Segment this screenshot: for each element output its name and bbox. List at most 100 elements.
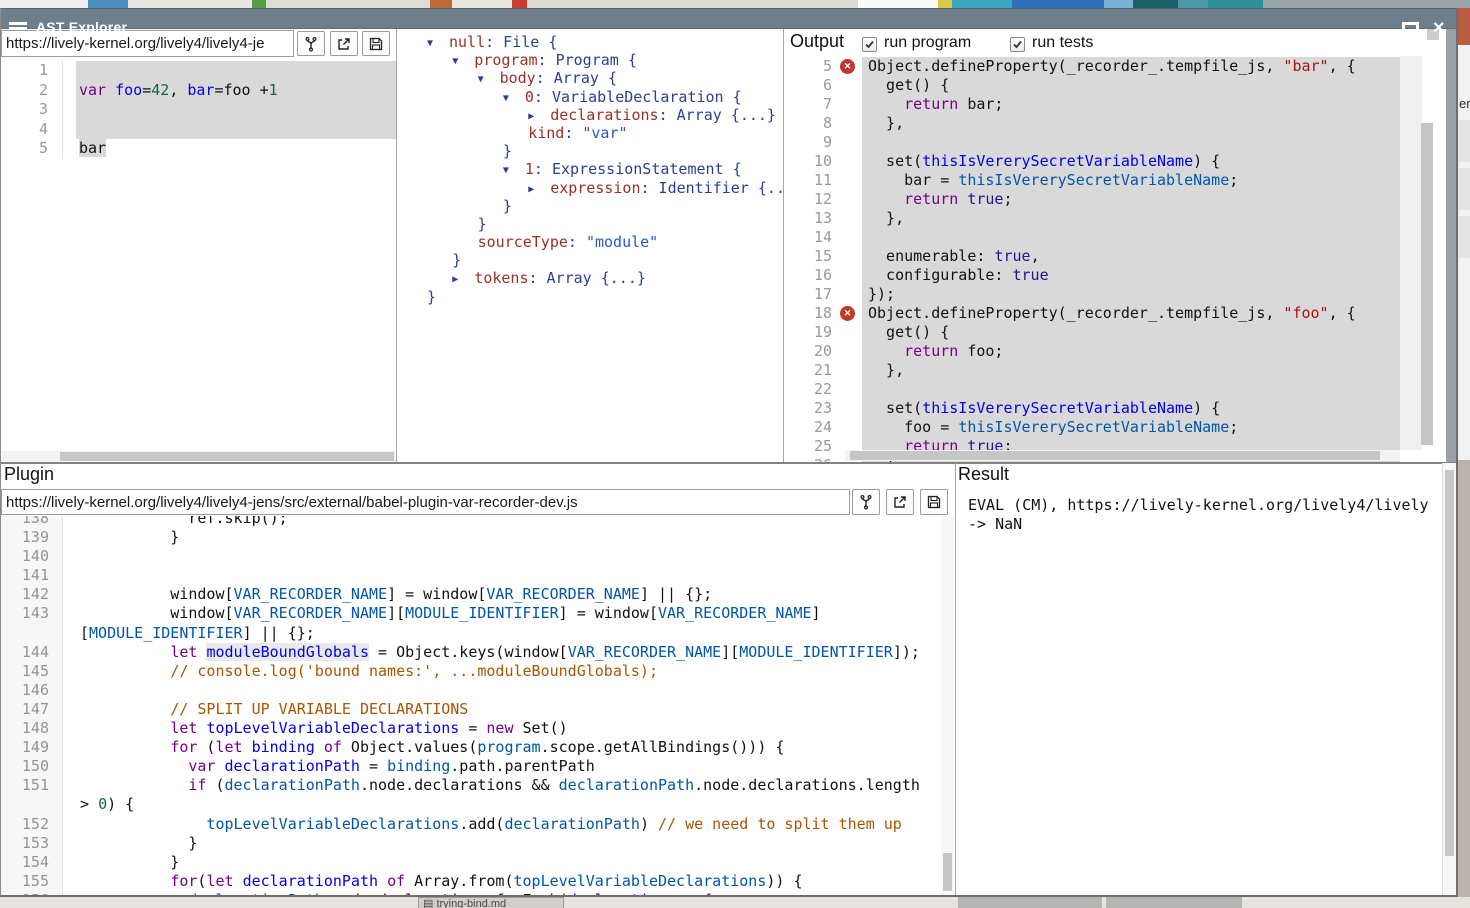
code-token: } bbox=[80, 528, 179, 546]
ast-node-row[interactable]: } bbox=[397, 142, 783, 160]
chevron-expanded-icon[interactable]: ▼ bbox=[503, 165, 525, 176]
chevron-expanded-icon[interactable]: ▼ bbox=[452, 56, 474, 67]
chevron-expanded-icon[interactable]: ▼ bbox=[427, 38, 449, 49]
gutter-marker-slot bbox=[838, 190, 862, 209]
minimize-button[interactable] bbox=[1366, 29, 1381, 33]
ast-node-row[interactable]: ▼0: VariableDeclaration { bbox=[397, 88, 783, 106]
ast-node-row[interactable]: sourceType: "module" bbox=[397, 233, 783, 251]
output-v-scrollbar-thumb[interactable] bbox=[1421, 123, 1433, 445]
plugin-editor[interactable]: 138 ref.skip();139 }140141142 window[VAR… bbox=[0, 516, 941, 896]
gutter-marker-slot bbox=[838, 133, 862, 152]
code-token: ][ bbox=[387, 604, 405, 622]
save-button[interactable] bbox=[362, 31, 390, 56]
ast-node-row[interactable]: ▼null: File { bbox=[397, 33, 783, 51]
code-token: 0 bbox=[525, 88, 534, 106]
plugin-url-input[interactable] bbox=[1, 489, 850, 515]
code-line-text: set(thisIsVererySecretVariableName) { bbox=[862, 152, 1400, 171]
code-token: = bbox=[360, 757, 387, 775]
chevron-collapsed-icon[interactable]: ▶ bbox=[528, 184, 550, 195]
line-number: 138 bbox=[0, 516, 63, 528]
code-token: } bbox=[452, 251, 461, 269]
source-editor[interactable]: 12var foo=42, bar=foo +1345bar bbox=[0, 58, 396, 454]
ast-node-row[interactable]: } bbox=[397, 215, 783, 233]
titlebar[interactable]: AST Explorer ✕ bbox=[0, 8, 1457, 29]
chevron-expanded-icon[interactable]: ▼ bbox=[478, 74, 500, 85]
code-line-text: set(thisIsVererySecretVariableName) { bbox=[862, 399, 1400, 418]
run-program-checkbox[interactable] bbox=[862, 37, 877, 52]
line-number: 143 bbox=[0, 604, 63, 623]
open-external-button[interactable] bbox=[330, 31, 358, 56]
ast-tree-pane[interactable]: ▼null: File {▼program: Program {▼body: A… bbox=[397, 29, 783, 456]
code-line-text: > 0) { bbox=[77, 795, 941, 814]
code-line: 17}); bbox=[784, 285, 1430, 304]
code-token: } bbox=[427, 288, 436, 306]
chevron-collapsed-icon[interactable]: ▶ bbox=[452, 274, 474, 285]
code-line: 13 }, bbox=[784, 209, 1430, 228]
code-line-text: get() { bbox=[862, 323, 1400, 342]
output-v-scrollbar-track[interactable] bbox=[1400, 56, 1422, 450]
ast-node-row[interactable]: } bbox=[397, 197, 783, 215]
ast-node-row[interactable]: ▶expression: Identifier {...} bbox=[397, 179, 783, 197]
code-line-text: window[VAR_RECORDER_NAME] = window[VAR_R… bbox=[77, 585, 941, 604]
code-token: => { bbox=[667, 891, 712, 896]
maximize-button[interactable] bbox=[1402, 22, 1419, 37]
output-editor[interactable]: 5✕Object.defineProperty(_recorder_.tempf… bbox=[784, 56, 1430, 463]
error-icon[interactable]: ✕ bbox=[840, 59, 855, 74]
code-line-text: if (declarationPath.node.declarations &&… bbox=[77, 776, 941, 795]
window-scrollbar-track[interactable] bbox=[1446, 29, 1456, 463]
code-token: ][ bbox=[721, 643, 739, 661]
menu-icon[interactable] bbox=[9, 22, 27, 34]
ast-node-row[interactable]: ▼body: Array { bbox=[397, 69, 783, 87]
plugin-fork-button[interactable] bbox=[852, 489, 880, 515]
ast-node-row[interactable]: } bbox=[397, 251, 783, 269]
code-token: : Array { bbox=[536, 69, 617, 87]
ast-node-row[interactable]: ▼program: Program { bbox=[397, 51, 783, 69]
ast-node-row[interactable]: ▶declarations: Array {...} bbox=[397, 106, 783, 124]
line-number: 147 bbox=[0, 700, 63, 719]
gutter-marker-slot bbox=[838, 114, 862, 133]
code-token: ) { bbox=[107, 795, 134, 813]
plugin-v-scrollbar-thumb[interactable] bbox=[943, 853, 952, 891]
ast-node-row[interactable]: ▼1: ExpressionStatement { bbox=[397, 160, 783, 178]
result-v-scrollbar-thumb[interactable] bbox=[1445, 470, 1454, 856]
chevron-collapsed-icon[interactable]: ▶ bbox=[528, 111, 550, 122]
source-h-scrollbar-thumb[interactable] bbox=[60, 452, 394, 461]
chevron-expanded-icon[interactable]: ▼ bbox=[503, 93, 525, 104]
result-line: -> NaN bbox=[968, 515, 1438, 534]
code-line-text: configurable: true bbox=[862, 266, 1400, 285]
plugin-save-button[interactable] bbox=[920, 489, 948, 515]
code-token: let bbox=[215, 738, 242, 756]
code-token: for bbox=[170, 738, 197, 756]
ast-node-row[interactable]: kind: "var" bbox=[397, 124, 783, 142]
plugin-v-scrollbar-track[interactable] bbox=[941, 516, 954, 896]
pane-divider[interactable] bbox=[955, 463, 956, 895]
code-token: // we need to split them up bbox=[658, 815, 902, 833]
section-divider[interactable] bbox=[0, 462, 1457, 464]
run-program-label: run program bbox=[884, 34, 971, 52]
line-number: 10 bbox=[784, 152, 838, 171]
code-line-text bbox=[76, 120, 396, 140]
line-number: 19 bbox=[784, 323, 838, 342]
code-token: MODULE_IDENTIFIER bbox=[405, 604, 559, 622]
code-token: get() { bbox=[868, 76, 949, 94]
code-token: }, bbox=[868, 361, 904, 379]
file-icon: ▤ bbox=[423, 898, 436, 908]
code-token: , bbox=[1031, 247, 1040, 265]
fork-button[interactable] bbox=[297, 31, 325, 56]
run-tests-checkbox[interactable] bbox=[1010, 37, 1025, 52]
code-token: set( bbox=[868, 152, 922, 170]
ast-node-row[interactable]: ▶tokens: Array {...} bbox=[397, 269, 783, 287]
code-token: binding bbox=[252, 738, 315, 756]
code-token: "var" bbox=[582, 124, 627, 142]
code-token: .scope.getAllBindings())) { bbox=[541, 738, 785, 756]
ast-node-row[interactable]: } bbox=[397, 288, 783, 306]
code-token: , { bbox=[1329, 304, 1356, 322]
code-token: ] bbox=[812, 604, 821, 622]
plugin-open-external-button[interactable] bbox=[886, 489, 914, 515]
line-number: 149 bbox=[0, 738, 63, 757]
background-file-tab[interactable]: ▤ trying-bind.md bbox=[418, 897, 564, 908]
error-icon[interactable]: ✕ bbox=[840, 306, 855, 321]
output-h-scrollbar-thumb[interactable] bbox=[850, 451, 1380, 460]
close-button[interactable]: ✕ bbox=[1432, 18, 1445, 38]
code-line-text: for(let declarationPath of Array.from(to… bbox=[77, 872, 941, 891]
